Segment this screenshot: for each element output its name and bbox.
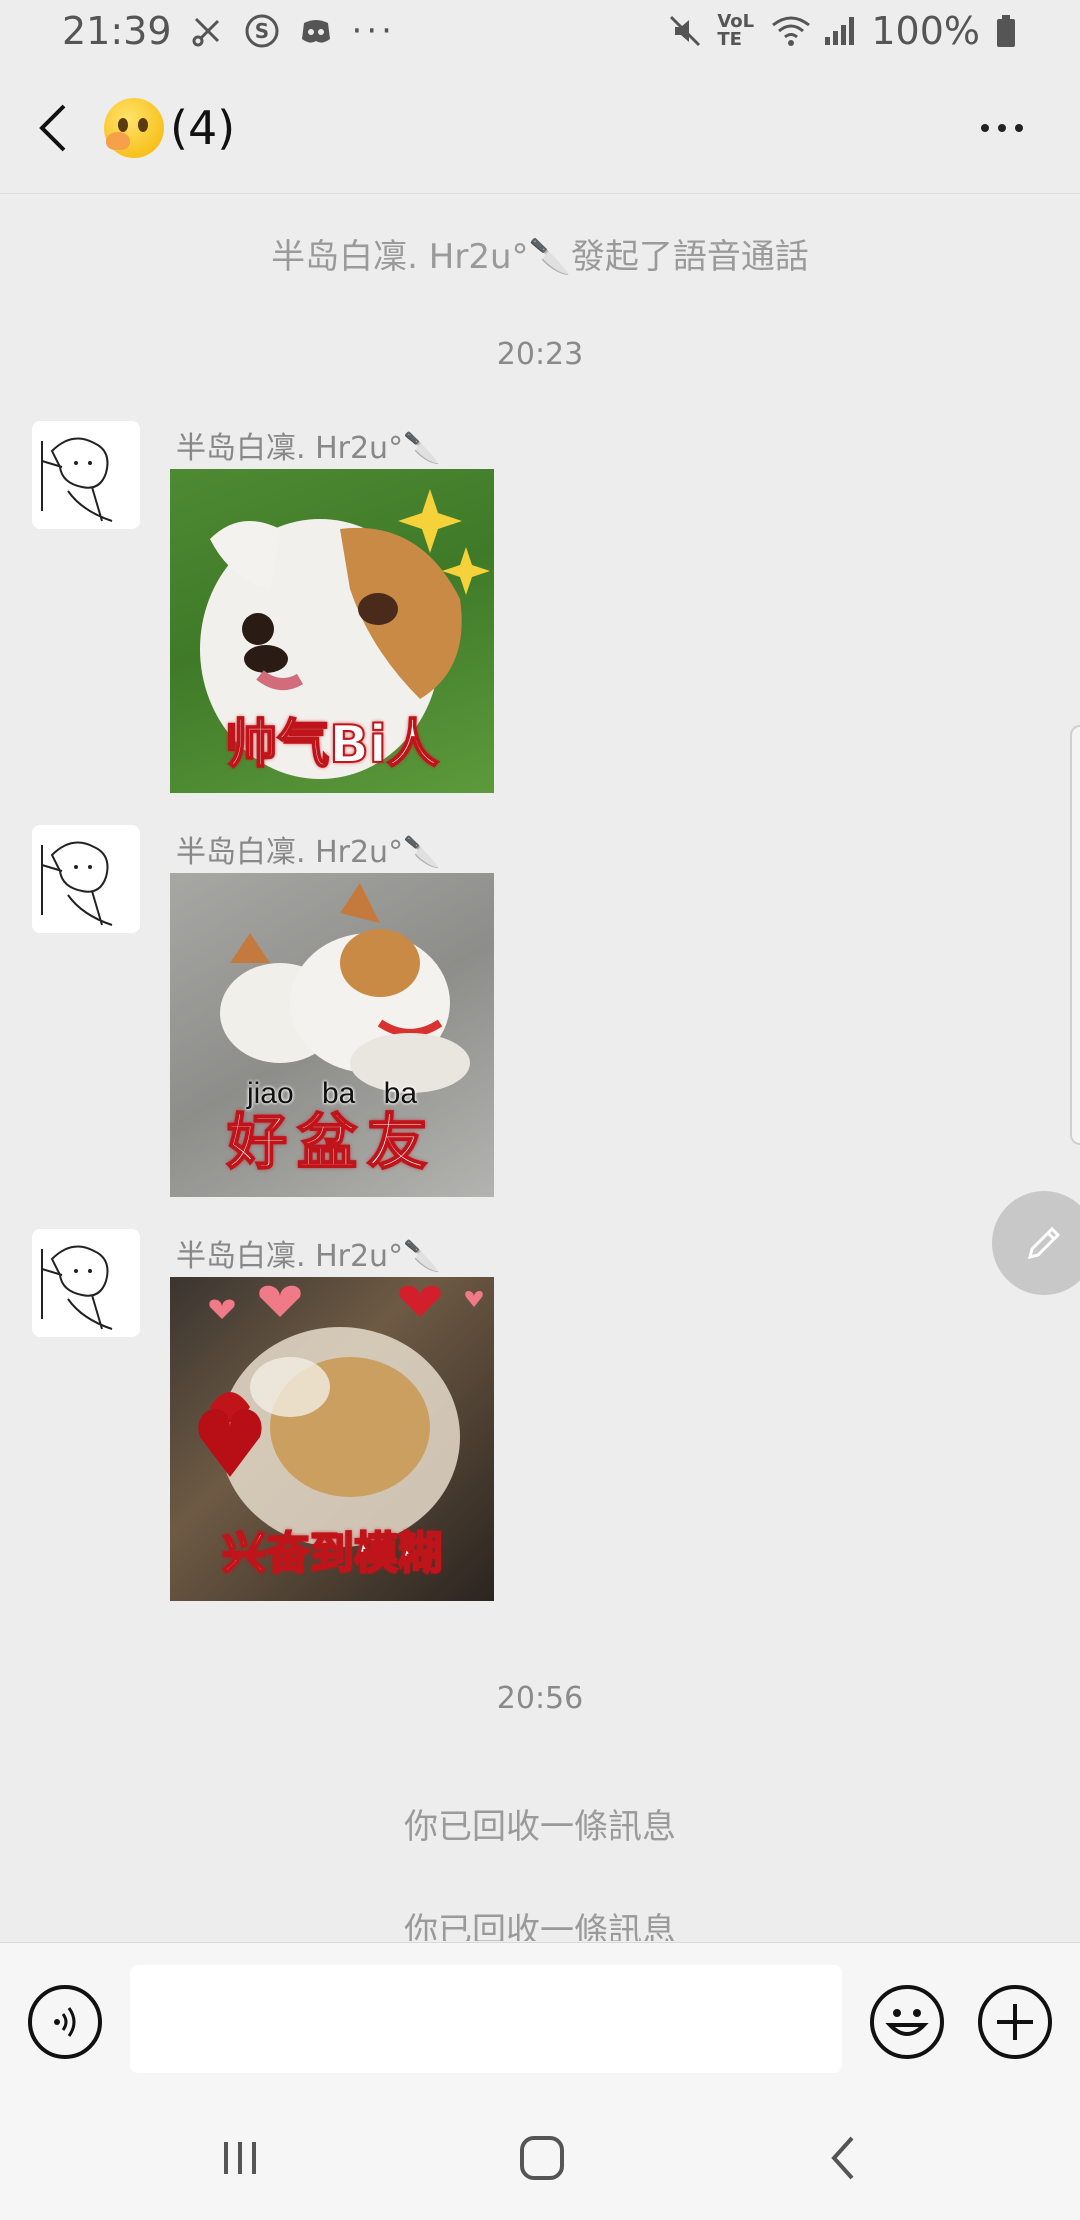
status-time: 21:39 [62, 9, 172, 53]
signal-icon [821, 13, 857, 49]
more-actions-button[interactable] [978, 1985, 1052, 2059]
avatar[interactable] [32, 421, 140, 529]
more-notifications: ··· [351, 11, 396, 51]
home-icon [520, 2136, 564, 2180]
battery-icon [994, 13, 1030, 49]
mute-icon [667, 13, 703, 49]
system-message-recalled: 你已回收一條訊息 [404, 1807, 676, 1847]
emoji-button[interactable] [870, 1985, 944, 2059]
avatar[interactable] [32, 825, 140, 933]
more-options-button[interactable] [962, 88, 1042, 168]
face-with-hand-icon [104, 97, 164, 158]
member-count: (4) [170, 100, 236, 155]
input-bar [0, 1942, 1080, 2098]
system-message-voice-call: 半岛白凜. Hr2u°🔪發起了語音通話 [271, 237, 809, 277]
timestamp: 20:56 [496, 1681, 584, 1716]
dot-icon [981, 123, 989, 132]
side-panel-handle[interactable] [1070, 725, 1080, 1145]
edit-button[interactable] [992, 1191, 1080, 1295]
wifi-icon [771, 13, 811, 49]
message-item: 半岛白凜. Hr2u°🔪 兴奋到模糊 [32, 1229, 932, 1609]
sender-name: 半岛白凜. Hr2u°🔪 [176, 431, 441, 466]
chat-messages[interactable]: 半岛白凜. Hr2u°🔪發起了語音通話 20:23 半岛白凜. Hr2u°🔪 帅… [0, 195, 1080, 1941]
message-item: 半岛白凜. Hr2u°🔪 jiao ba ba 好盆友 [32, 825, 932, 1205]
s-app-icon: S [244, 13, 280, 49]
smiley-icon [885, 2009, 929, 2036]
battery-percent: 100% [871, 9, 980, 53]
plus-icon [997, 2004, 1033, 2040]
dot-icon [1015, 123, 1023, 132]
pencil-icon [1027, 1226, 1061, 1260]
sticker-caption: 好盆友 [226, 1107, 437, 1179]
sticker-image[interactable]: 兴奋到模糊 [170, 1277, 494, 1601]
avatar[interactable] [32, 1229, 140, 1337]
system-nav-bar [0, 2098, 1080, 2220]
recents-icon [224, 2142, 256, 2174]
home-button[interactable] [502, 2128, 582, 2188]
chevron-left-icon [39, 104, 66, 151]
voice-icon [54, 2007, 76, 2037]
dot-icon [998, 123, 1006, 132]
back-icon [831, 2136, 854, 2180]
sender-name: 半岛白凜. Hr2u°🔪 [176, 1239, 441, 1274]
back-button[interactable] [4, 62, 104, 194]
sticker-caption: 帅气Bi人 [224, 714, 439, 776]
status-bar: 21:39 S ··· VoLTE 100% [0, 0, 1080, 62]
sticker-image[interactable]: 帅气Bi人 [170, 469, 494, 793]
recent-apps-button[interactable] [200, 2128, 280, 2188]
voice-input-button[interactable] [28, 1985, 102, 2059]
message-item: 半岛白凜. Hr2u°🔪 帅气Bi人 [32, 421, 932, 801]
discord-icon [298, 13, 334, 49]
timestamp: 20:23 [496, 337, 584, 372]
message-input[interactable] [130, 1965, 842, 2073]
chat-title: (4) [104, 97, 236, 158]
svg-text:S: S [254, 19, 268, 43]
sticker-caption: 兴奋到模糊 [221, 1527, 443, 1580]
system-message-recalled: 你已回收一條訊息 [404, 1911, 676, 1941]
chat-header: (4) [0, 62, 1080, 194]
sticker-image[interactable]: jiao ba ba 好盆友 [170, 873, 494, 1197]
sender-name: 半岛白凜. Hr2u°🔪 [176, 835, 441, 870]
scissors-icon [190, 13, 226, 49]
nav-back-button[interactable] [804, 2128, 884, 2188]
volte-icon: VoLTE [717, 11, 755, 50]
